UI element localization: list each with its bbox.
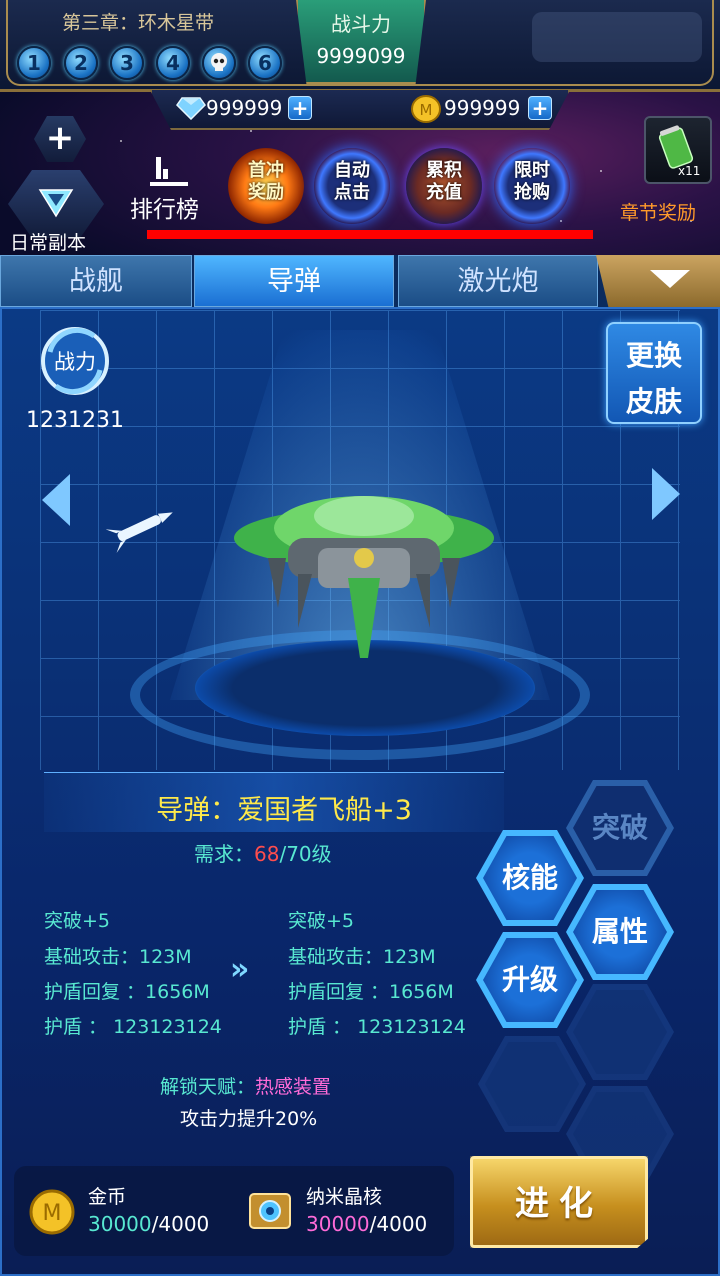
gold-cost-value: 30000/4000 bbox=[88, 1212, 210, 1236]
ranking-label[interactable]: 排行榜 bbox=[130, 190, 199, 224]
change-skin-label-2: 皮肤 bbox=[625, 385, 682, 418]
stage-1-button[interactable]: 1 bbox=[17, 46, 51, 80]
stage-boss-skull-icon[interactable] bbox=[202, 46, 236, 80]
daily-dungeon-label: 日常副本 bbox=[10, 232, 87, 254]
flash-sale-button[interactable]: 限时 抢购 bbox=[494, 148, 570, 224]
chapter-title: 第三章：环木星带 bbox=[62, 12, 215, 34]
chapter-reward-label[interactable]: 章节奖励 bbox=[620, 198, 696, 225]
add-coins-button[interactable]: + bbox=[528, 96, 552, 120]
upgrade-arrow-icon: » bbox=[230, 952, 250, 987]
combat-power-value: 9999099 bbox=[316, 44, 406, 68]
tab-laser-cannon[interactable]: 激光炮 bbox=[398, 255, 598, 307]
cost-bar bbox=[14, 1166, 454, 1256]
next-shield-stat: 护盾 ： 123123124 bbox=[288, 1016, 466, 1038]
change-skin-label-1: 更换 bbox=[625, 339, 682, 372]
level-requirement: 需求：68/70级 bbox=[194, 842, 332, 866]
nano-core-cost-value: 30000/4000 bbox=[306, 1212, 428, 1236]
first-recharge-reward-button[interactable]: 首冲 奖励 bbox=[228, 148, 304, 224]
flash-sale-label: 限时 抢购 bbox=[514, 160, 550, 203]
combat-power-icon-label: 战力 bbox=[54, 350, 96, 374]
auto-click-button[interactable]: 自动 点击 bbox=[314, 148, 390, 224]
talent-name: 热感装置 bbox=[255, 1076, 332, 1098]
missile-type-icon bbox=[106, 512, 173, 553]
level-current: 68 bbox=[254, 842, 280, 866]
red-annotation-line bbox=[147, 230, 593, 239]
ranking-icon[interactable] bbox=[148, 155, 190, 187]
unlock-talent: 解锁天赋：热感装置 bbox=[160, 1076, 332, 1098]
talent-description: 攻击力提升20% bbox=[180, 1108, 318, 1130]
diamond-icon bbox=[176, 97, 206, 120]
evolve-button-label: 进化 bbox=[515, 1184, 603, 1224]
combat-power-value-main: 1231231 bbox=[26, 408, 124, 433]
cumulative-recharge-button[interactable]: 累积 充值 bbox=[406, 148, 482, 224]
gold-coin-icon: M bbox=[411, 95, 441, 123]
next-breakthrough-stat: 突破+5 bbox=[288, 910, 355, 932]
next-attack-stat: 基础攻击：123M bbox=[288, 946, 436, 968]
spaceship-model bbox=[234, 496, 494, 658]
coin-count: 999999 bbox=[444, 96, 521, 120]
tab-warship[interactable]: 战舰 bbox=[0, 255, 192, 307]
skull-icon bbox=[211, 53, 227, 71]
first-recharge-label: 首冲 奖励 bbox=[248, 160, 284, 203]
daily-dungeon-icon bbox=[38, 189, 74, 218]
combat-power-label: 战斗力 bbox=[331, 12, 391, 36]
current-breakthrough-stat: 突破+5 bbox=[44, 910, 111, 932]
current-shield-stat: 护盾 ： 123123124 bbox=[44, 1016, 222, 1038]
item-title: 导弹：爱国者飞船+3 bbox=[156, 795, 412, 826]
svg-text:M: M bbox=[420, 101, 433, 119]
level-required: /70级 bbox=[279, 842, 332, 866]
current-attack-stat: 基础攻击：123M bbox=[44, 946, 192, 968]
tab-missile[interactable]: 导弹 bbox=[194, 255, 394, 307]
next-ship-arrow[interactable] bbox=[652, 468, 680, 520]
auto-click-label: 自动 点击 bbox=[334, 160, 370, 203]
stage-6-button[interactable]: 6 bbox=[248, 46, 282, 80]
nano-core-cost-label: 纳米晶核 bbox=[306, 1186, 383, 1208]
top-right-panel[interactable] bbox=[532, 12, 702, 62]
diamond-count: 999999 bbox=[206, 96, 283, 120]
cumulative-recharge-label: 累积 充值 bbox=[426, 160, 462, 203]
svg-text:M: M bbox=[43, 1201, 62, 1226]
nano-crystal-core-icon bbox=[249, 1193, 291, 1229]
chapter-reward-count: x11 bbox=[678, 164, 701, 178]
previous-ship-arrow[interactable] bbox=[42, 474, 70, 526]
next-shield-regen-stat: 护盾回复 ：1656M bbox=[288, 981, 454, 1003]
add-diamonds-button[interactable]: + bbox=[288, 96, 312, 120]
chevron-down-icon bbox=[650, 270, 690, 288]
stage-2-button[interactable]: 2 bbox=[64, 46, 98, 80]
gold-coin-icon: M bbox=[29, 1189, 75, 1235]
stage-4-button[interactable]: 4 bbox=[156, 46, 190, 80]
current-shield-regen-stat: 护盾回复 ：1656M bbox=[44, 981, 210, 1003]
gold-cost-label: 金币 bbox=[88, 1186, 127, 1208]
stage-3-button[interactable]: 3 bbox=[110, 46, 144, 80]
